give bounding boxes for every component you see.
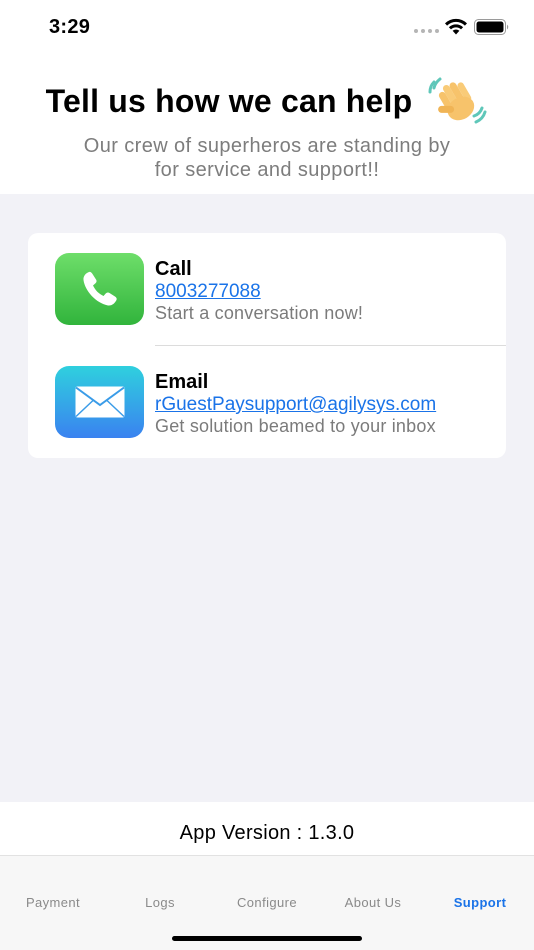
tab-payment[interactable]: Payment <box>0 895 106 910</box>
wifi-icon <box>445 18 467 35</box>
email-address-link[interactable]: rGuestPaysupport@agilysys.com <box>155 394 436 415</box>
call-text: Call 8003277088 Start a conversation now… <box>155 257 363 324</box>
call-description: Start a conversation now! <box>155 303 364 323</box>
email-row[interactable]: Email rGuestPaysupport@agilysys.com Get … <box>28 346 506 458</box>
page-subtitle: Our crew of superheros are standing by f… <box>40 134 494 182</box>
cellular-signal-icon <box>414 29 439 33</box>
page-title: Tell us how we can help <box>45 82 413 119</box>
envelope-icon <box>74 386 125 418</box>
mail-icon[interactable] <box>55 366 144 438</box>
battery-icon <box>474 19 509 35</box>
status-bar: 3:29 <box>0 0 534 56</box>
tab-about-us[interactable]: About Us <box>320 895 426 910</box>
phone-icon[interactable] <box>55 253 144 325</box>
version-bar: App Version : 1.3.0 <box>0 802 534 856</box>
page-title-row: Tell us how we can help <box>0 76 534 126</box>
content-area: Call 8003277088 Start a conversation now… <box>0 194 534 802</box>
status-time: 3:29 <box>49 16 91 38</box>
contact-card: Call 8003277088 Start a conversation now… <box>28 233 506 458</box>
tab-support[interactable]: Support <box>427 895 533 910</box>
phone-handset-icon <box>82 271 117 306</box>
subtitle-line-1: Our crew of superheros are standing by <box>83 135 451 157</box>
app-version: App Version : 1.3.0 <box>179 822 355 844</box>
header: Tell us how we can help Our crew of supe… <box>0 56 534 194</box>
waving-hand-icon <box>428 77 487 124</box>
call-row[interactable]: Call 8003277088 Start a conversation now… <box>28 233 506 345</box>
home-indicator[interactable] <box>172 936 362 941</box>
email-text: Email rGuestPaysupport@agilysys.com Get … <box>155 370 436 437</box>
support-screen: 3:29 Tell us how we can help Our crew of… <box>0 0 534 950</box>
email-title: Email <box>155 371 209 393</box>
email-description: Get solution beamed to your inbox <box>155 416 436 436</box>
call-title: Call <box>155 258 192 280</box>
tab-logs[interactable]: Logs <box>107 895 213 910</box>
phone-number-link[interactable]: 8003277088 <box>155 281 363 302</box>
tab-configure[interactable]: Configure <box>214 895 320 910</box>
subtitle-line-2: for service and support!! <box>154 159 380 181</box>
